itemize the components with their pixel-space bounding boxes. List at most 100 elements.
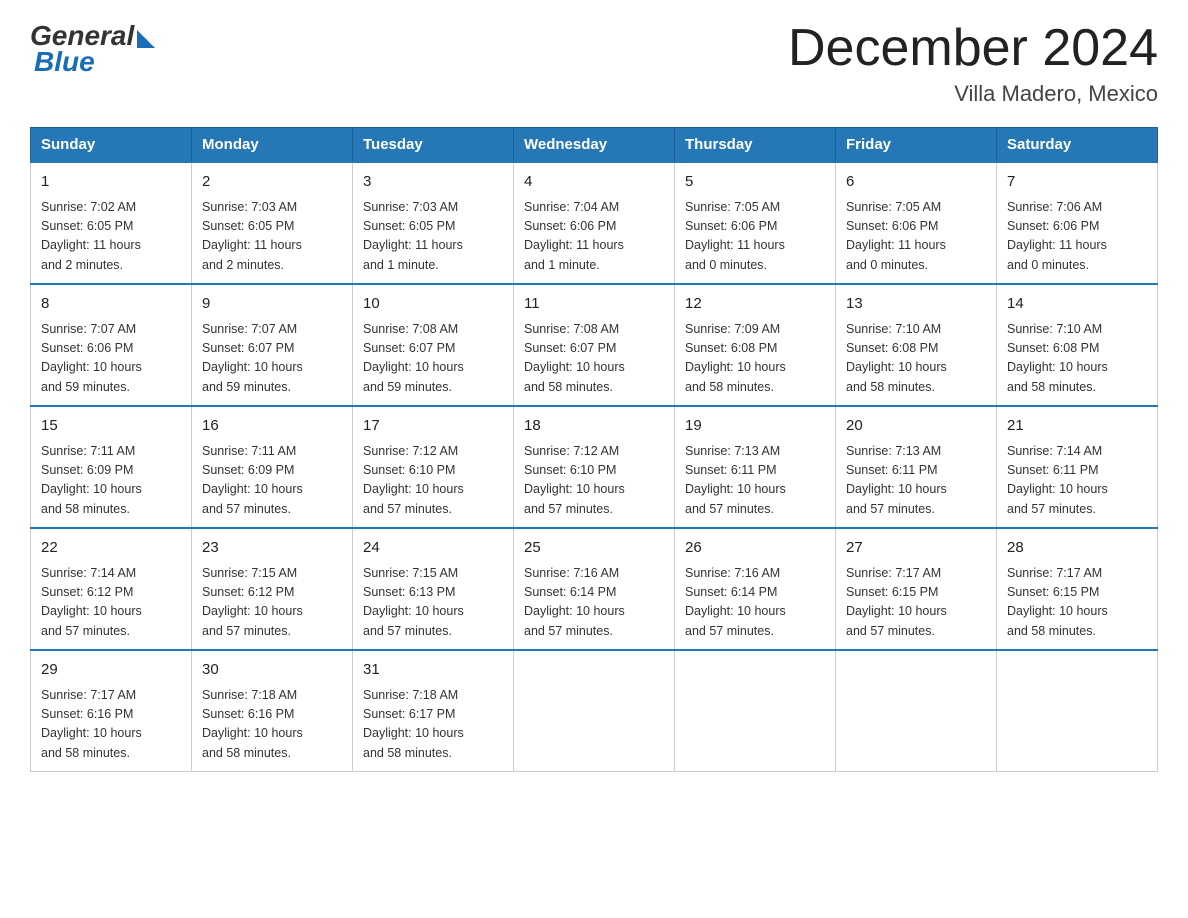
day-number: 31	[363, 659, 503, 682]
day-number: 17	[363, 415, 503, 438]
day-number: 10	[363, 293, 503, 316]
calendar-week-4: 22 Sunrise: 7:14 AM Sunset: 6:12 PM Dayli…	[31, 528, 1158, 650]
day-number: 7	[1007, 171, 1147, 194]
day-number: 8	[41, 293, 181, 316]
calendar-cell: 30Sunrise: 7:18 AM Sunset: 6:16 PM Dayli…	[192, 650, 353, 772]
calendar-cell: 1 Sunrise: 7:02 AM Sunset: 6:05 PM Daylig…	[31, 162, 192, 284]
day-info: Sunrise: 7:16 AM Sunset: 6:14 PM Dayligh…	[524, 564, 664, 642]
day-number: 21	[1007, 415, 1147, 438]
day-info: Sunrise: 7:13 AM Sunset: 6:11 PM Dayligh…	[685, 442, 825, 520]
calendar-body: 1 Sunrise: 7:02 AM Sunset: 6:05 PM Daylig…	[31, 162, 1158, 772]
calendar-cell: 21 Sunrise: 7:14 AM Sunset: 6:11 PM Dayli…	[997, 406, 1158, 528]
calendar-cell: 29Sunrise: 7:17 AM Sunset: 6:16 PM Dayli…	[31, 650, 192, 772]
calendar-cell: 2Sunrise: 7:03 AM Sunset: 6:05 PM Daylig…	[192, 162, 353, 284]
calendar-cell: 13 Sunrise: 7:10 AM Sunset: 6:08 PM Dayli…	[836, 284, 997, 406]
calendar-cell: 12 Sunrise: 7:09 AM Sunset: 6:08 PM Dayli…	[675, 284, 836, 406]
day-number: 22	[41, 537, 181, 560]
logo-blue-text: Blue	[34, 46, 95, 78]
calendar-cell: 14Sunrise: 7:10 AM Sunset: 6:08 PM Dayli…	[997, 284, 1158, 406]
calendar-cell: 28 Sunrise: 7:17 AM Sunset: 6:15 PM Dayli…	[997, 528, 1158, 650]
day-number: 1	[41, 171, 181, 194]
day-number: 15	[41, 415, 181, 438]
day-info: Sunrise: 7:17 AM Sunset: 6:15 PM Dayligh…	[1007, 564, 1147, 642]
day-info: Sunrise: 7:18 AM Sunset: 6:17 PM Dayligh…	[363, 686, 503, 764]
calendar-header: SundayMondayTuesdayWednesdayThursdayFrid…	[31, 128, 1158, 163]
header-thursday: Thursday	[675, 128, 836, 163]
day-info: Sunrise: 7:17 AM Sunset: 6:15 PM Dayligh…	[846, 564, 986, 642]
day-number: 28	[1007, 537, 1147, 560]
day-number: 5	[685, 171, 825, 194]
calendar-week-1: 1 Sunrise: 7:02 AM Sunset: 6:05 PM Daylig…	[31, 162, 1158, 284]
day-number: 14	[1007, 293, 1147, 316]
header-saturday: Saturday	[997, 128, 1158, 163]
calendar-cell: 11 Sunrise: 7:08 AM Sunset: 6:07 PM Dayli…	[514, 284, 675, 406]
day-info: Sunrise: 7:04 AM Sunset: 6:06 PM Dayligh…	[524, 198, 664, 276]
day-info: Sunrise: 7:17 AM Sunset: 6:16 PM Dayligh…	[41, 686, 181, 764]
day-info: Sunrise: 7:05 AM Sunset: 6:06 PM Dayligh…	[846, 198, 986, 276]
day-info: Sunrise: 7:12 AM Sunset: 6:10 PM Dayligh…	[524, 442, 664, 520]
day-info: Sunrise: 7:07 AM Sunset: 6:06 PM Dayligh…	[41, 320, 181, 398]
calendar-cell: 31 Sunrise: 7:18 AM Sunset: 6:17 PM Dayli…	[353, 650, 514, 772]
header-friday: Friday	[836, 128, 997, 163]
day-number: 24	[363, 537, 503, 560]
header-monday: Monday	[192, 128, 353, 163]
calendar-week-2: 8 Sunrise: 7:07 AM Sunset: 6:06 PM Daylig…	[31, 284, 1158, 406]
page-header: General Blue December 2024 Villa Madero,…	[30, 20, 1158, 107]
calendar-cell: 26 Sunrise: 7:16 AM Sunset: 6:14 PM Dayli…	[675, 528, 836, 650]
day-info: Sunrise: 7:08 AM Sunset: 6:07 PM Dayligh…	[363, 320, 503, 398]
logo: General Blue	[30, 20, 155, 78]
day-info: Sunrise: 7:08 AM Sunset: 6:07 PM Dayligh…	[524, 320, 664, 398]
calendar-cell: 10 Sunrise: 7:08 AM Sunset: 6:07 PM Dayli…	[353, 284, 514, 406]
day-info: Sunrise: 7:12 AM Sunset: 6:10 PM Dayligh…	[363, 442, 503, 520]
day-info: Sunrise: 7:06 AM Sunset: 6:06 PM Dayligh…	[1007, 198, 1147, 276]
logo-triangle-icon	[137, 30, 155, 48]
day-number: 11	[524, 293, 664, 316]
day-info: Sunrise: 7:10 AM Sunset: 6:08 PM Dayligh…	[846, 320, 986, 398]
title-block: December 2024 Villa Madero, Mexico	[788, 20, 1158, 107]
day-number: 6	[846, 171, 986, 194]
day-info: Sunrise: 7:02 AM Sunset: 6:05 PM Dayligh…	[41, 198, 181, 276]
day-info: Sunrise: 7:16 AM Sunset: 6:14 PM Dayligh…	[685, 564, 825, 642]
day-number: 18	[524, 415, 664, 438]
day-number: 23	[202, 537, 342, 560]
day-info: Sunrise: 7:11 AM Sunset: 6:09 PM Dayligh…	[202, 442, 342, 520]
calendar-cell: 23 Sunrise: 7:15 AM Sunset: 6:12 PM Dayli…	[192, 528, 353, 650]
calendar-cell: 25Sunrise: 7:16 AM Sunset: 6:14 PM Dayli…	[514, 528, 675, 650]
calendar-cell: 7 Sunrise: 7:06 AM Sunset: 6:06 PM Daylig…	[997, 162, 1158, 284]
day-info: Sunrise: 7:14 AM Sunset: 6:11 PM Dayligh…	[1007, 442, 1147, 520]
calendar-cell: 19Sunrise: 7:13 AM Sunset: 6:11 PM Dayli…	[675, 406, 836, 528]
calendar-week-3: 15 Sunrise: 7:11 AM Sunset: 6:09 PM Dayli…	[31, 406, 1158, 528]
day-number: 4	[524, 171, 664, 194]
calendar-cell: 3Sunrise: 7:03 AM Sunset: 6:05 PM Daylig…	[353, 162, 514, 284]
calendar-cell	[675, 650, 836, 772]
day-number: 27	[846, 537, 986, 560]
calendar-cell: 22 Sunrise: 7:14 AM Sunset: 6:12 PM Dayli…	[31, 528, 192, 650]
calendar-cell: 4 Sunrise: 7:04 AM Sunset: 6:06 PM Daylig…	[514, 162, 675, 284]
day-info: Sunrise: 7:15 AM Sunset: 6:12 PM Dayligh…	[202, 564, 342, 642]
day-number: 16	[202, 415, 342, 438]
calendar-week-5: 29Sunrise: 7:17 AM Sunset: 6:16 PM Dayli…	[31, 650, 1158, 772]
day-number: 30	[202, 659, 342, 682]
day-number: 12	[685, 293, 825, 316]
calendar-cell: 18 Sunrise: 7:12 AM Sunset: 6:10 PM Dayli…	[514, 406, 675, 528]
header-wednesday: Wednesday	[514, 128, 675, 163]
calendar-cell	[514, 650, 675, 772]
day-number: 26	[685, 537, 825, 560]
day-number: 13	[846, 293, 986, 316]
calendar-cell	[836, 650, 997, 772]
day-number: 3	[363, 171, 503, 194]
header-row: SundayMondayTuesdayWednesdayThursdayFrid…	[31, 128, 1158, 163]
calendar-cell	[997, 650, 1158, 772]
day-info: Sunrise: 7:03 AM Sunset: 6:05 PM Dayligh…	[202, 198, 342, 276]
calendar-cell: 9Sunrise: 7:07 AM Sunset: 6:07 PM Daylig…	[192, 284, 353, 406]
day-info: Sunrise: 7:09 AM Sunset: 6:08 PM Dayligh…	[685, 320, 825, 398]
calendar-cell: 16 Sunrise: 7:11 AM Sunset: 6:09 PM Dayli…	[192, 406, 353, 528]
day-number: 9	[202, 293, 342, 316]
calendar-cell: 5Sunrise: 7:05 AM Sunset: 6:06 PM Daylig…	[675, 162, 836, 284]
calendar-cell: 24Sunrise: 7:15 AM Sunset: 6:13 PM Dayli…	[353, 528, 514, 650]
day-info: Sunrise: 7:11 AM Sunset: 6:09 PM Dayligh…	[41, 442, 181, 520]
calendar-cell: 6 Sunrise: 7:05 AM Sunset: 6:06 PM Daylig…	[836, 162, 997, 284]
day-info: Sunrise: 7:14 AM Sunset: 6:12 PM Dayligh…	[41, 564, 181, 642]
calendar-cell: 8 Sunrise: 7:07 AM Sunset: 6:06 PM Daylig…	[31, 284, 192, 406]
calendar-table: SundayMondayTuesdayWednesdayThursdayFrid…	[30, 127, 1158, 772]
